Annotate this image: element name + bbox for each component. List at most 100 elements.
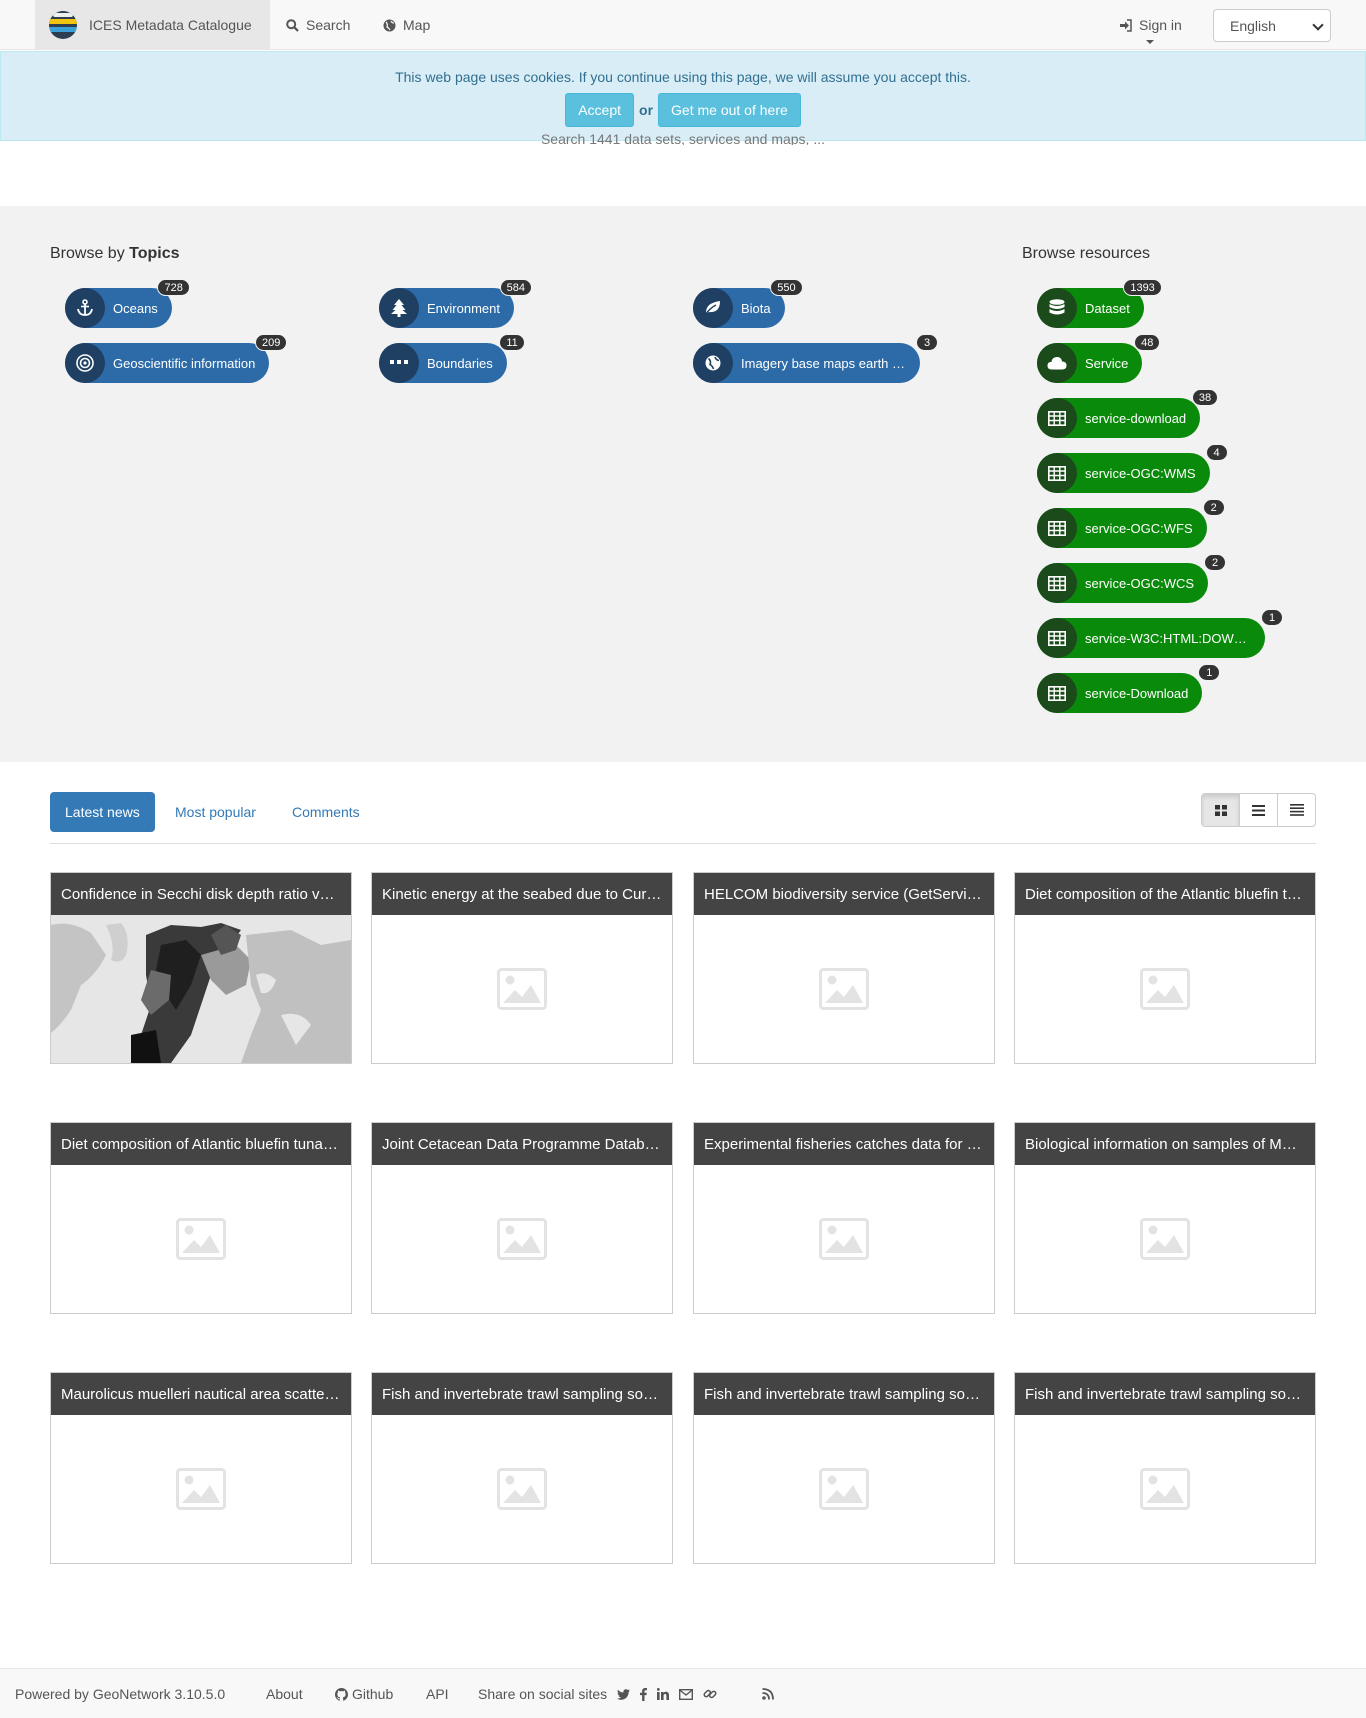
globe-icon <box>383 19 396 31</box>
table-icon <box>1037 398 1077 438</box>
footer-api-link[interactable]: API <box>426 1669 449 1718</box>
footer-powered-by[interactable]: Powered by GeoNetwork 3.10.5.0 <box>15 1669 225 1718</box>
record-card-title[interactable]: Experimental fisheries catches data for … <box>694 1123 994 1165</box>
topic-count-badge: 728 <box>157 279 190 296</box>
record-card-title[interactable]: Diet composition of Atlantic bluefin tun… <box>51 1123 351 1165</box>
resource-chip-service[interactable]: Service 48 <box>1037 334 1161 383</box>
envelope-icon[interactable] <box>679 1688 694 1700</box>
resource-chip-ogc-wfs[interactable]: service-OGC:WFS 2 <box>1037 499 1225 548</box>
record-card-thumbnail <box>51 915 351 1063</box>
nav-search-link[interactable]: Search <box>286 0 350 50</box>
resource-count-badge: 1393 <box>1123 279 1162 296</box>
image-placeholder-icon <box>176 1468 226 1510</box>
record-card[interactable]: Biological information on samples of Ma… <box>1014 1122 1316 1314</box>
resource-chip-service-download[interactable]: service-download 38 <box>1037 389 1219 438</box>
record-card-title[interactable]: Diet composition of the Atlantic bluefin… <box>1015 873 1315 915</box>
resource-chip-ogc-wcs[interactable]: service-OGC:WCS 2 <box>1037 554 1227 603</box>
record-card-title[interactable]: HELCOM biodiversity service (GetServi… <box>694 873 994 915</box>
resource-chip-label: service-Download <box>1085 685 1189 701</box>
record-card-thumbnail <box>51 1165 351 1313</box>
record-card[interactable]: Confidence in Secchi disk depth ratio v… <box>50 872 352 1064</box>
grid-view-button[interactable] <box>1202 794 1239 826</box>
record-card[interactable]: Fish and invertebrate trawl sampling so… <box>693 1372 995 1564</box>
table-icon <box>1037 453 1077 493</box>
twitter-icon[interactable] <box>617 1688 631 1700</box>
tab-most-popular[interactable]: Most popular <box>160 792 271 832</box>
resource-chip-ogc-wms[interactable]: service-OGC:WMS 4 <box>1037 444 1228 493</box>
resource-count-badge: 1 <box>1198 664 1221 681</box>
ellipsis-icon <box>379 343 419 383</box>
compact-list-view-button[interactable] <box>1277 794 1315 826</box>
image-placeholder-icon <box>819 968 869 1010</box>
record-card[interactable]: Maurolicus muelleri nautical area scatte… <box>50 1372 352 1564</box>
linkedin-icon[interactable] <box>657 1688 670 1700</box>
cookie-leave-button[interactable]: Get me out of here <box>658 93 801 127</box>
record-card-title[interactable]: Confidence in Secchi disk depth ratio v… <box>51 873 351 915</box>
topic-chip-biota[interactable]: Biota 550 <box>693 279 803 328</box>
nav-map-link[interactable]: Map <box>383 0 430 50</box>
brand-link[interactable]: ICES Metadata Catalogue <box>35 0 270 50</box>
record-card[interactable]: Joint Cetacean Data Programme Datab… <box>371 1122 673 1314</box>
resource-chip-label: service-download <box>1085 410 1187 426</box>
grid-icon <box>1214 804 1227 816</box>
resource-count-badge: 4 <box>1205 444 1228 461</box>
tab-comments[interactable]: Comments <box>277 792 375 832</box>
table-icon <box>1037 508 1077 548</box>
resource-chip-label: Dataset <box>1085 300 1130 316</box>
topic-chip-boundaries[interactable]: Boundaries 11 <box>379 334 525 383</box>
nav-map-label: Map <box>403 17 431 33</box>
facebook-icon[interactable] <box>640 1687 648 1701</box>
record-card[interactable]: Fish and invertebrate trawl sampling so… <box>371 1372 673 1564</box>
record-card-title[interactable]: Fish and invertebrate trawl sampling so… <box>694 1373 994 1415</box>
table-icon <box>1037 563 1077 603</box>
record-card-thumbnail <box>372 915 672 1063</box>
list-view-button[interactable] <box>1239 794 1277 826</box>
image-placeholder-icon <box>1140 1468 1190 1510</box>
image-placeholder-icon <box>1140 1218 1190 1260</box>
map-thumbnail-image <box>51 915 351 1063</box>
resource-count-badge: 2 <box>1204 554 1227 571</box>
record-card[interactable]: Diet composition of Atlantic bluefin tun… <box>50 1122 352 1314</box>
record-card-title[interactable]: Fish and invertebrate trawl sampling so… <box>372 1373 672 1415</box>
topic-chip-environment[interactable]: Environment 584 <box>379 279 532 328</box>
footer-about-link[interactable]: About <box>266 1669 303 1718</box>
record-card-thumbnail <box>51 1415 351 1563</box>
topic-count-badge: 3 <box>916 334 938 351</box>
resource-chip-service-download-2[interactable]: service-Download 1 <box>1037 664 1221 713</box>
topic-chip-oceans[interactable]: Oceans 728 <box>65 279 190 328</box>
image-placeholder-icon <box>497 1218 547 1260</box>
record-card-title-text: Biological information on samples of Ma… <box>1025 1135 1305 1153</box>
topic-chip-geoscientific[interactable]: Geoscientific information 209 <box>65 334 288 383</box>
tab-latest-news[interactable]: Latest news <box>50 792 155 832</box>
record-card[interactable]: HELCOM biodiversity service (GetServi… <box>693 872 995 1064</box>
footer-github-link[interactable]: Github <box>335 1669 393 1718</box>
topic-chip-imagery[interactable]: Imagery base maps earth … 3 <box>693 334 938 383</box>
record-card-title[interactable]: Maurolicus muelleri nautical area scatte… <box>51 1373 351 1415</box>
news-tabs: Latest news Most popular Comments <box>50 792 1316 844</box>
topic-count-badge: 209 <box>254 334 288 351</box>
record-card-title[interactable]: Joint Cetacean Data Programme Datab… <box>372 1123 672 1165</box>
database-icon <box>1037 288 1077 328</box>
record-card-thumbnail <box>1015 1415 1315 1563</box>
record-card-title[interactable]: Fish and invertebrate trawl sampling so… <box>1015 1373 1315 1415</box>
resource-chip-dataset[interactable]: Dataset 1393 <box>1037 279 1162 328</box>
resource-chip-label: service-OGC:WMS <box>1085 465 1196 481</box>
rss-link[interactable] <box>762 1669 774 1718</box>
cookie-accept-button[interactable]: Accept <box>565 93 635 127</box>
resource-chip-w3c-html[interactable]: service-W3C:HTML:DOW… 1 <box>1037 609 1283 658</box>
cookie-banner: This web page uses cookies. If you conti… <box>0 51 1366 141</box>
browse-topics-prefix: Browse by <box>50 245 125 262</box>
browse-section: Browse by Topics Browse resources Oceans… <box>0 206 1366 762</box>
language-select[interactable]: English <box>1213 9 1331 42</box>
link-icon[interactable] <box>703 1687 717 1701</box>
record-card[interactable]: Experimental fisheries catches data for … <box>693 1122 995 1314</box>
record-card-title[interactable]: Biological information on samples of Ma… <box>1015 1123 1315 1165</box>
record-card[interactable]: Kinetic energy at the seabed due to Cur… <box>371 872 673 1064</box>
record-card[interactable]: Fish and invertebrate trawl sampling so… <box>1014 1372 1316 1564</box>
record-card-thumbnail <box>372 1415 672 1563</box>
record-card-title[interactable]: Kinetic energy at the seabed due to Cur… <box>372 873 672 915</box>
record-card[interactable]: Diet composition of the Atlantic bluefin… <box>1014 872 1316 1064</box>
chevron-down-icon <box>1312 19 1324 31</box>
record-card-title-text: Joint Cetacean Data Programme Datab… <box>382 1135 660 1153</box>
resource-chip-label: service-OGC:WCS <box>1085 575 1195 591</box>
